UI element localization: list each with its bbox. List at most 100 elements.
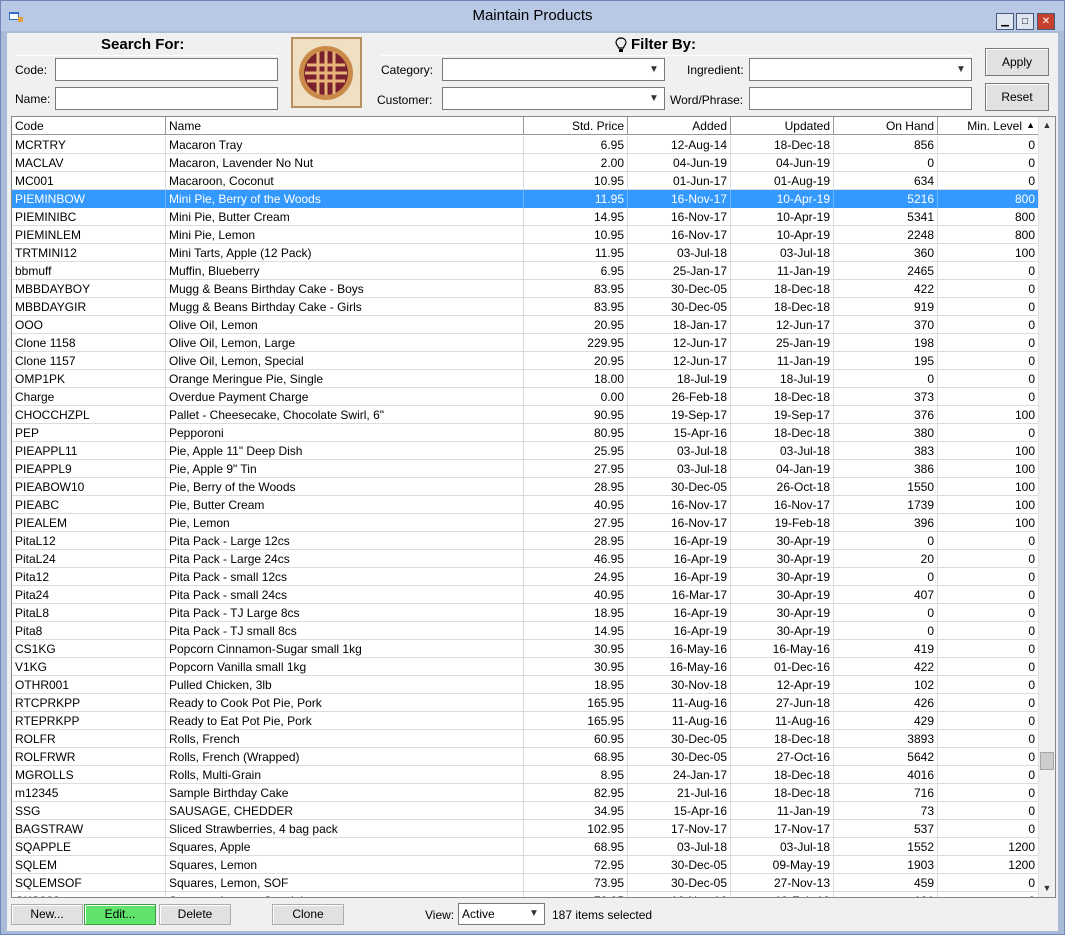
cell-added: 24-Jan-17 bbox=[628, 766, 731, 784]
cell-added: 03-Jul-18 bbox=[628, 838, 731, 856]
code-input[interactable] bbox=[55, 58, 278, 81]
table-row[interactable]: PitaL24 Pita Pack - Large 24cs 46.95 16-Apr… bbox=[12, 550, 1039, 568]
cell-code: Clone 1157 bbox=[12, 352, 166, 370]
table-row[interactable]: PitaL12 Pita Pack - Large 12cs 28.95 16-Apr… bbox=[12, 532, 1039, 550]
cell-on-hand: 5341 bbox=[834, 208, 938, 226]
word-phrase-input[interactable] bbox=[749, 87, 972, 110]
table-row[interactable]: V1KG Popcorn Vanilla small 1kg 30.95 16-May… bbox=[12, 658, 1039, 676]
table-row[interactable]: RTCPRKPP Ready to Cook Pot Pie, Pork 165.9… bbox=[12, 694, 1039, 712]
cell-name: Pie, Berry of the Woods bbox=[166, 478, 524, 496]
cell-name: Sliced Strawberries, 4 bag pack bbox=[166, 820, 524, 838]
cell-name: SAUSAGE, CHEDDER bbox=[166, 802, 524, 820]
name-input[interactable] bbox=[55, 87, 278, 110]
table-row[interactable]: Pita12 Pita Pack - small 12cs 24.95 16-Apr-… bbox=[12, 568, 1039, 586]
column-header-std-price[interactable]: Std. Price bbox=[524, 117, 628, 135]
close-button[interactable]: ✕ bbox=[1037, 13, 1055, 30]
new-button[interactable]: New... bbox=[11, 904, 83, 925]
edit-button[interactable]: Edit... bbox=[84, 904, 156, 925]
table-row[interactable]: Pita24 Pita Pack - small 24cs 40.95 16-Mar-… bbox=[12, 586, 1039, 604]
cell-updated: 11-Aug-16 bbox=[731, 712, 834, 730]
table-row[interactable]: CHOCCHZPL Pallet - Cheesecake, Chocolate … bbox=[12, 406, 1039, 424]
vertical-scrollbar[interactable]: ▲ ▼ bbox=[1038, 117, 1055, 897]
table-row[interactable]: OOO Olive Oil, Lemon 20.95 18-Jan-17 12-Jun-… bbox=[12, 316, 1039, 334]
table-row[interactable]: PIEALEM Pie, Lemon 27.95 16-Nov-17 19-Feb-18… bbox=[12, 514, 1039, 532]
table-row[interactable]: BAGSTRAW Sliced Strawberries, 4 bag pack 1… bbox=[12, 820, 1039, 838]
table-row[interactable]: PIEMINLEM Mini Pie, Lemon 10.95 16-Nov-17 10… bbox=[12, 226, 1039, 244]
minimize-button[interactable]: ▁ bbox=[996, 13, 1014, 30]
cell-std-price: 11.95 bbox=[524, 244, 628, 262]
table-row[interactable]: SQLEM Squares, Lemon 72.95 30-Dec-05 09-May-… bbox=[12, 856, 1039, 874]
table-row[interactable]: SQLEMSOF Squares, Lemon, SOF 73.95 30-Dec-0… bbox=[12, 874, 1039, 892]
table-row[interactable]: SQAPPLE Squares, Apple 68.95 03-Jul-18 03-Ju… bbox=[12, 838, 1039, 856]
table-row[interactable]: bbmuff Muffin, Blueberry 6.95 25-Jan-17 11-J… bbox=[12, 262, 1039, 280]
delete-button[interactable]: Delete bbox=[159, 904, 231, 925]
table-row[interactable]: MACLAV Macaron, Lavender No Nut 2.00 04-Jun… bbox=[12, 154, 1039, 172]
scroll-down-icon[interactable]: ▼ bbox=[1039, 880, 1055, 897]
scroll-up-icon[interactable]: ▲ bbox=[1039, 117, 1055, 134]
maximize-button[interactable]: □ bbox=[1016, 13, 1034, 30]
bottom-toolbar: New... Edit... Delete Clone View: Active… bbox=[7, 901, 1058, 929]
column-header-name[interactable]: Name bbox=[166, 117, 524, 135]
category-select[interactable]: ▼ bbox=[442, 58, 665, 81]
chevron-down-icon[interactable]: ▼ bbox=[954, 62, 968, 77]
apply-button[interactable]: Apply bbox=[985, 48, 1049, 76]
scrollbar-thumb[interactable] bbox=[1040, 752, 1054, 770]
table-row[interactable]: MBBDAYBOY Mugg & Beans Birthday Cake - Bo… bbox=[12, 280, 1039, 298]
reset-button[interactable]: Reset bbox=[985, 83, 1049, 111]
grid-rows[interactable]: MCRTRY Macaron Tray 6.95 12-Aug-14 18-Dec-18… bbox=[12, 136, 1039, 897]
table-row[interactable]: PIEABC Pie, Butter Cream 40.95 16-Nov-17 16-… bbox=[12, 496, 1039, 514]
table-row[interactable]: Clone 1157 Olive Oil, Lemon, Special 20.95… bbox=[12, 352, 1039, 370]
cell-updated: 04-Jun-19 bbox=[731, 154, 834, 172]
table-row[interactable]: m12345 Sample Birthday Cake 82.95 21-Jul-16… bbox=[12, 784, 1039, 802]
table-row[interactable]: MGROLLS Rolls, Multi-Grain 8.95 24-Jan-17 18… bbox=[12, 766, 1039, 784]
table-row[interactable]: CS1KG Popcorn Cinnamon-Sugar small 1kg 30.… bbox=[12, 640, 1039, 658]
table-row[interactable]: PEP Pepporoni 80.95 15-Apr-16 18-Dec-18 380 0 bbox=[12, 424, 1039, 442]
cell-name: Macaron Tray bbox=[166, 136, 524, 154]
cell-std-price: 25.95 bbox=[524, 442, 628, 460]
cell-min-level: 100 bbox=[938, 496, 1039, 514]
table-row[interactable]: PIEAPPL11 Pie, Apple 11" Deep Dish 25.95 03… bbox=[12, 442, 1039, 460]
table-row[interactable]: OMP1PK Orange Meringue Pie, Single 18.00 18… bbox=[12, 370, 1039, 388]
clone-button[interactable]: Clone bbox=[272, 904, 344, 925]
title-bar[interactable]: Maintain Products ▁ □ ✕ bbox=[1, 1, 1064, 31]
table-row[interactable]: PIEMINIBC Mini Pie, Butter Cream 14.95 16-N… bbox=[12, 208, 1039, 226]
column-header-code[interactable]: Code bbox=[12, 117, 166, 135]
table-row[interactable]: PIEAPPL9 Pie, Apple 9" Tin 27.95 03-Jul-18 0… bbox=[12, 460, 1039, 478]
products-grid[interactable]: Code Name Std. Price Added Updated On Hand Min… bbox=[11, 116, 1056, 898]
view-select[interactable]: Active ▼ bbox=[458, 903, 545, 925]
ingredient-label: Ingredient: bbox=[687, 63, 744, 77]
table-row[interactable]: Charge Overdue Payment Charge 0.00 26-Feb-1… bbox=[12, 388, 1039, 406]
column-header-min-level[interactable]: Min. Level ▲ bbox=[938, 117, 1039, 135]
cell-added: 16-Apr-19 bbox=[628, 532, 731, 550]
column-header-added[interactable]: Added bbox=[628, 117, 731, 135]
table-row[interactable]: MC001 Macaroon, Coconut 10.95 01-Jun-17 01-A… bbox=[12, 172, 1039, 190]
table-row[interactable]: MBBDAYGIR Mugg & Beans Birthday Cake - Gi… bbox=[12, 298, 1039, 316]
table-row[interactable]: Pita8 Pita Pack - TJ small 8cs 14.95 16-Apr… bbox=[12, 622, 1039, 640]
column-header-on-hand[interactable]: On Hand bbox=[834, 117, 938, 135]
cell-std-price: 24.95 bbox=[524, 568, 628, 586]
cell-added: 30-Dec-05 bbox=[628, 874, 731, 892]
table-row[interactable]: PitaL8 Pita Pack - TJ Large 8cs 18.95 16-Ap… bbox=[12, 604, 1039, 622]
customer-select[interactable]: ▼ bbox=[442, 87, 665, 110]
table-row[interactable]: RTEPRKPP Ready to Eat Pot Pie, Pork 165.95… bbox=[12, 712, 1039, 730]
cell-added: 16-Nov-17 bbox=[628, 226, 731, 244]
table-row[interactable]: PIEABOW10 Pie, Berry of the Woods 28.95 30-… bbox=[12, 478, 1039, 496]
table-row[interactable]: OTHR001 Pulled Chicken, 3lb 18.95 30-Nov-18… bbox=[12, 676, 1039, 694]
table-row[interactable]: MCRTRY Macaron Tray 6.95 12-Aug-14 18-Dec-18… bbox=[12, 136, 1039, 154]
chevron-down-icon[interactable]: ▼ bbox=[647, 62, 661, 77]
cell-updated: 30-Apr-19 bbox=[731, 586, 834, 604]
cell-name: Pita Pack - small 24cs bbox=[166, 586, 524, 604]
table-row[interactable]: SSG SAUSAGE, CHEDDER 34.95 15-Apr-16 11-Jan-… bbox=[12, 802, 1039, 820]
cell-updated: 26-Oct-18 bbox=[731, 478, 834, 496]
chevron-down-icon[interactable]: ▼ bbox=[647, 91, 661, 106]
table-row[interactable]: CKS002Squares, Lemon, Special73.9516-Nov… bbox=[12, 892, 1039, 897]
table-row[interactable]: ROLFRWR Rolls, French (Wrapped) 68.95 30-De… bbox=[12, 748, 1039, 766]
table-row[interactable]: Clone 1158 Olive Oil, Lemon, Large 229.95 1… bbox=[12, 334, 1039, 352]
ingredient-select[interactable]: ▼ bbox=[749, 58, 972, 81]
cell-code: bbmuff bbox=[12, 262, 166, 280]
table-row[interactable]: TRTMINI12 Mini Tarts, Apple (12 Pack) 11.9… bbox=[12, 244, 1039, 262]
table-row[interactable]: PIEMINBOW Mini Pie, Berry of the Woods 11.… bbox=[12, 190, 1039, 208]
chevron-down-icon[interactable]: ▼ bbox=[527, 906, 541, 921]
table-row[interactable]: ROLFR Rolls, French 60.95 30-Dec-05 18-Dec-1… bbox=[12, 730, 1039, 748]
column-header-updated[interactable]: Updated bbox=[731, 117, 834, 135]
